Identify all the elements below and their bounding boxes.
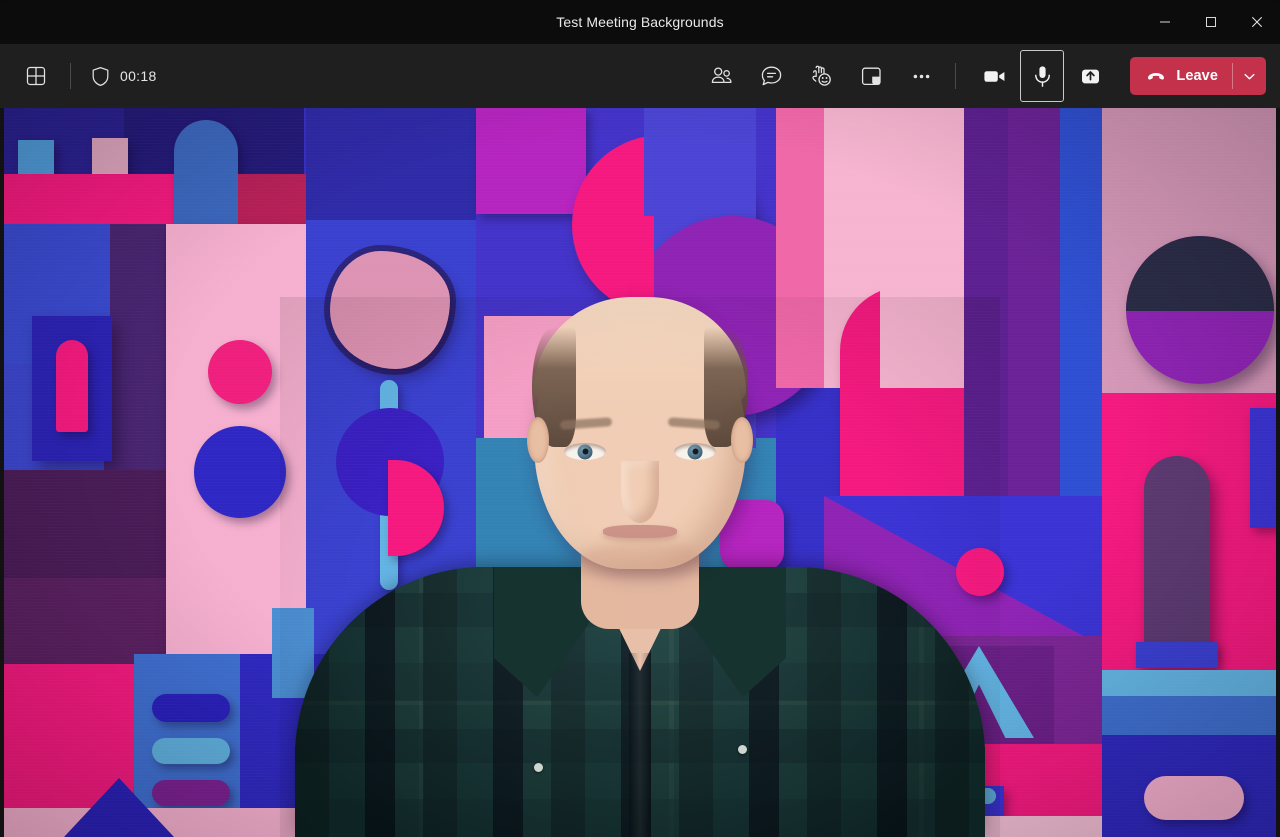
leave-button-group: Leave — [1130, 57, 1266, 95]
microphone-toggle-button[interactable] — [1020, 50, 1064, 102]
pupil-left — [582, 449, 588, 455]
share-upload-icon — [1077, 63, 1104, 90]
camera-toggle-button[interactable] — [972, 56, 1016, 96]
close-button[interactable] — [1234, 0, 1280, 44]
toolbar-divider-2 — [955, 63, 956, 89]
camera-icon — [981, 63, 1008, 90]
raise-hand-emoji-icon — [809, 64, 834, 89]
leave-options-button[interactable] — [1233, 57, 1266, 95]
maximize-button[interactable] — [1188, 0, 1234, 44]
window-controls — [1142, 0, 1280, 44]
share-content-button[interactable] — [1068, 56, 1112, 96]
toolbar-center-group — [701, 56, 941, 96]
leave-button[interactable]: Leave — [1130, 57, 1232, 95]
chat-button[interactable] — [751, 56, 791, 96]
more-options-button[interactable] — [901, 56, 941, 96]
teams-meeting-window: Test Meeting Backgrounds — [0, 0, 1280, 837]
meeting-toolbar: 00:18 — [0, 44, 1280, 108]
close-icon — [1251, 16, 1263, 28]
iris-left — [578, 444, 593, 459]
breakout-rooms-icon — [859, 64, 884, 89]
toolbar-left-group: 00:18 — [0, 56, 163, 96]
grid-icon — [25, 65, 47, 87]
window-titlebar: Test Meeting Backgrounds — [0, 0, 1280, 44]
window-title: Test Meeting Backgrounds — [556, 14, 723, 30]
person-ear-right — [731, 417, 753, 463]
meeting-timer: 00:18 — [120, 68, 157, 84]
person-mouth — [603, 525, 677, 538]
people-button[interactable] — [701, 56, 741, 96]
shirt-button-right — [738, 745, 747, 754]
person-eye-right — [674, 443, 716, 460]
participant-video-tile[interactable] — [4, 108, 1276, 837]
hangup-phone-icon — [1145, 65, 1167, 87]
pupil-right — [692, 449, 698, 455]
reactions-button[interactable] — [801, 56, 841, 96]
meeting-security-group[interactable]: 00:18 — [85, 66, 163, 87]
person-head — [534, 297, 746, 569]
person-eye-left — [564, 443, 606, 460]
microphone-icon — [1029, 63, 1056, 90]
chevron-down-icon — [1242, 69, 1257, 84]
minimize-button[interactable] — [1142, 0, 1188, 44]
person-ear-left — [527, 417, 549, 463]
toolbar-divider-1 — [70, 63, 71, 89]
maximize-icon — [1205, 16, 1217, 28]
shirt-placket — [629, 653, 651, 837]
chat-icon — [759, 64, 784, 89]
leave-button-label: Leave — [1176, 68, 1218, 84]
minimize-icon — [1159, 16, 1171, 28]
shield-icon — [91, 66, 110, 87]
meeting-stage — [0, 108, 1280, 837]
more-ellipsis-icon — [909, 64, 934, 89]
shirt-button-left — [534, 763, 543, 772]
person-chin-shading — [580, 541, 700, 575]
people-icon — [709, 64, 734, 89]
iris-right — [688, 444, 703, 459]
toolbar-right-group: Leave — [970, 50, 1280, 102]
participant-person — [290, 317, 990, 837]
person-nose — [621, 461, 659, 523]
gallery-view-button[interactable] — [16, 56, 56, 96]
rooms-button[interactable] — [851, 56, 891, 96]
